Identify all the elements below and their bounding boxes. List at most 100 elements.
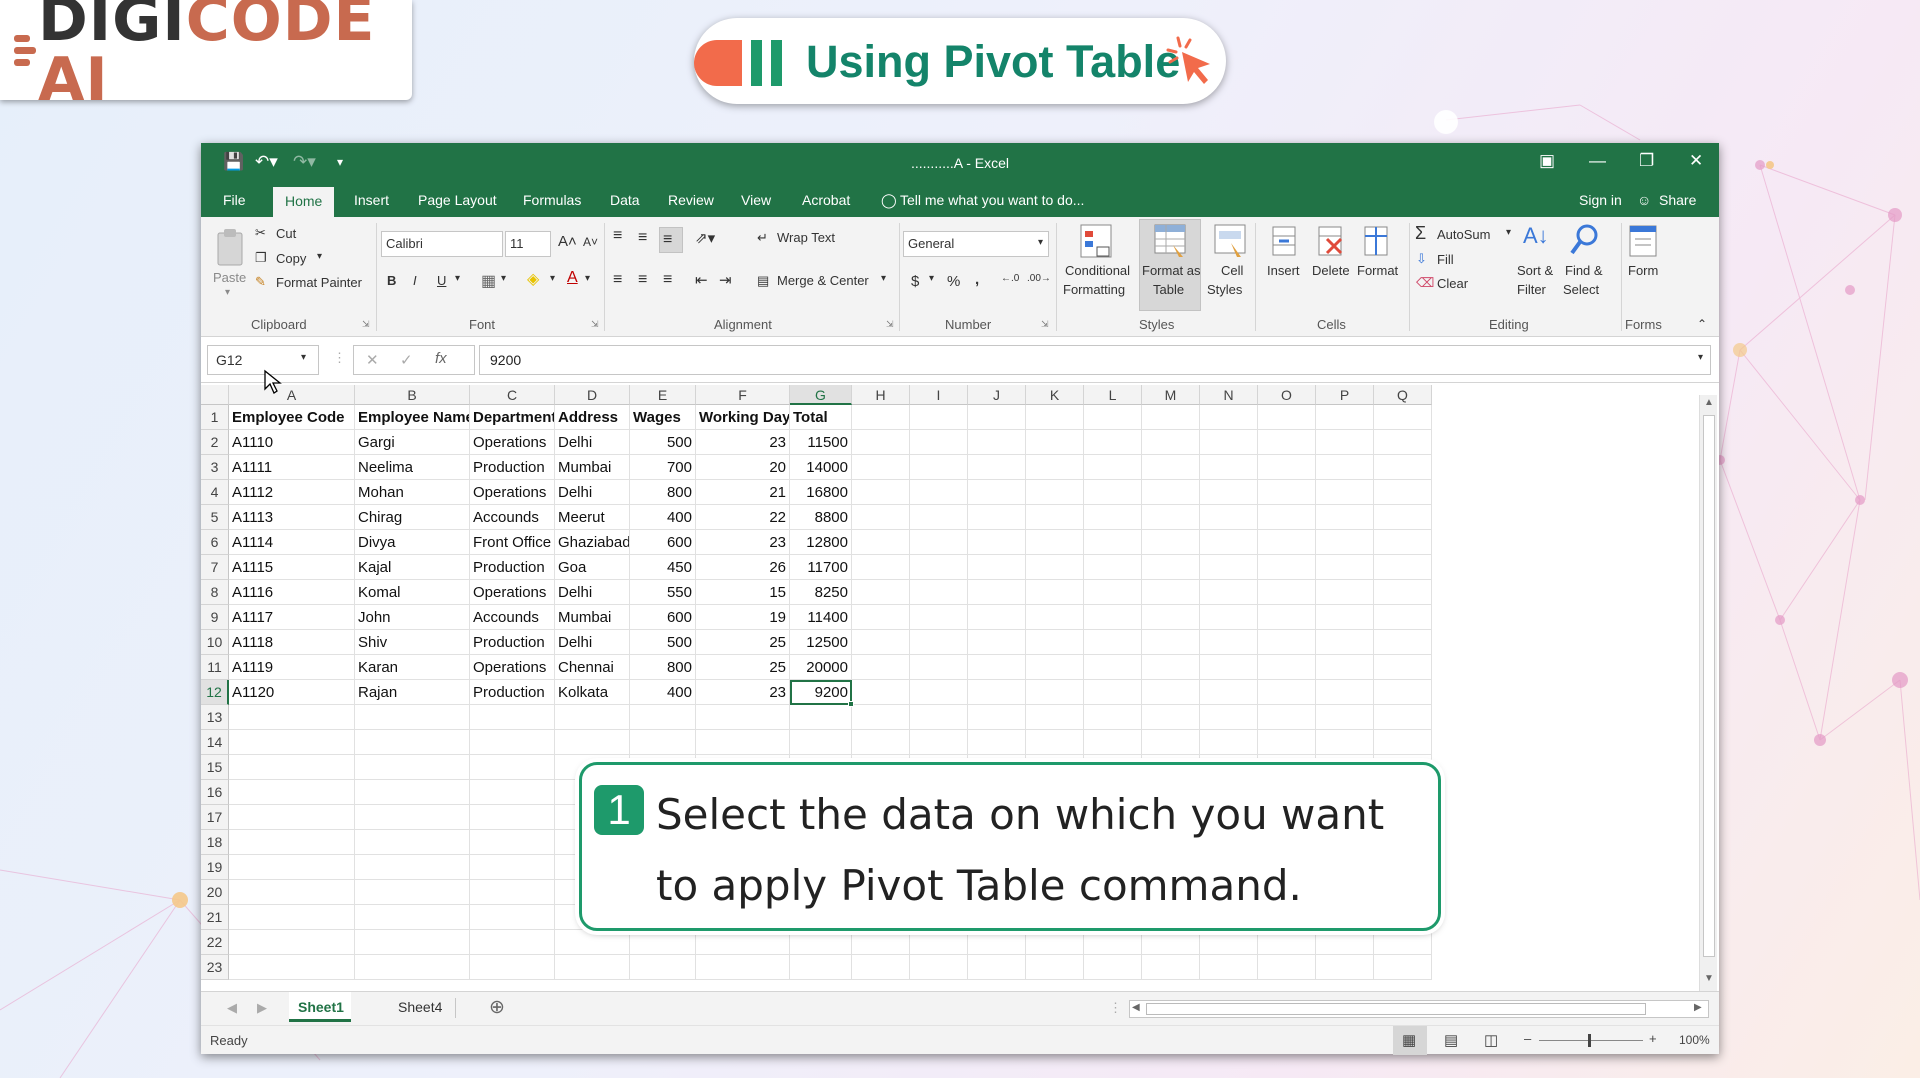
cell-q1[interactable]: [1374, 405, 1432, 430]
cell-e7[interactable]: 450: [630, 555, 696, 580]
cell-o23[interactable]: [1258, 955, 1316, 980]
cell-f11[interactable]: 25: [696, 655, 790, 680]
cell-g13[interactable]: [790, 705, 852, 730]
cell-l7[interactable]: [1084, 555, 1142, 580]
cell-c23[interactable]: [470, 955, 555, 980]
prev-sheet-icon[interactable]: ◀: [227, 1000, 237, 1016]
cell-f10[interactable]: 25: [696, 630, 790, 655]
wrap-text-button[interactable]: Wrap Text: [777, 230, 835, 245]
cell-k2[interactable]: [1026, 430, 1084, 455]
cell-n23[interactable]: [1200, 955, 1258, 980]
cell-c21[interactable]: [470, 905, 555, 930]
cell-i2[interactable]: [910, 430, 968, 455]
cell-n4[interactable]: [1200, 480, 1258, 505]
cell-p4[interactable]: [1316, 480, 1374, 505]
cell-j10[interactable]: [968, 630, 1026, 655]
align-left-icon[interactable]: ≡: [613, 271, 622, 289]
cell-e4[interactable]: 800: [630, 480, 696, 505]
decrease-font-icon[interactable]: A˅: [583, 235, 598, 249]
row-header-16[interactable]: 16: [201, 780, 229, 805]
cell-h5[interactable]: [852, 505, 910, 530]
cell-d14[interactable]: [555, 730, 630, 755]
currency-dropdown-icon[interactable]: ▾: [929, 273, 934, 284]
row-header-8[interactable]: 8: [201, 580, 229, 605]
clipboard-launcher-icon[interactable]: ⇲: [362, 319, 370, 330]
cell-a7[interactable]: A1115: [229, 555, 355, 580]
cell-p22[interactable]: [1316, 930, 1374, 955]
cell-d2[interactable]: Delhi: [555, 430, 630, 455]
cell-b11[interactable]: Karan: [355, 655, 470, 680]
cell-j1[interactable]: [968, 405, 1026, 430]
cell-e5[interactable]: 400: [630, 505, 696, 530]
cell-b19[interactable]: [355, 855, 470, 880]
cell-n1[interactable]: [1200, 405, 1258, 430]
cell-l4[interactable]: [1084, 480, 1142, 505]
scroll-up-icon[interactable]: ▲: [1704, 397, 1714, 408]
cell-h23[interactable]: [852, 955, 910, 980]
cell-o3[interactable]: [1258, 455, 1316, 480]
share-button[interactable]: Share: [1659, 192, 1696, 208]
cell-b13[interactable]: [355, 705, 470, 730]
cell-d3[interactable]: Mumbai: [555, 455, 630, 480]
cell-b12[interactable]: Rajan: [355, 680, 470, 705]
cell-g2[interactable]: 11500: [790, 430, 852, 455]
cell-l6[interactable]: [1084, 530, 1142, 555]
font-color-icon[interactable]: A: [567, 269, 578, 287]
cell-p5[interactable]: [1316, 505, 1374, 530]
formula-input[interactable]: 9200: [479, 345, 1711, 375]
alignment-launcher-icon[interactable]: ⇲: [886, 319, 894, 330]
row-header-17[interactable]: 17: [201, 805, 229, 830]
zoom-slider[interactable]: [1539, 1040, 1643, 1041]
cell-o1[interactable]: [1258, 405, 1316, 430]
confirm-entry-icon[interactable]: ✓: [400, 351, 413, 369]
cell-n12[interactable]: [1200, 680, 1258, 705]
cell-c13[interactable]: [470, 705, 555, 730]
cell-h8[interactable]: [852, 580, 910, 605]
cell-o22[interactable]: [1258, 930, 1316, 955]
cell-e6[interactable]: 600: [630, 530, 696, 555]
cut-button[interactable]: Cut: [276, 226, 296, 241]
cell-o7[interactable]: [1258, 555, 1316, 580]
cell-g11[interactable]: 20000: [790, 655, 852, 680]
cell-p10[interactable]: [1316, 630, 1374, 655]
add-sheet-icon[interactable]: ⊕: [489, 996, 505, 1019]
font-color-dropdown-icon[interactable]: ▾: [585, 273, 590, 284]
cell-b4[interactable]: Mohan: [355, 480, 470, 505]
cell-c3[interactable]: Production: [470, 455, 555, 480]
cell-g9[interactable]: 11400: [790, 605, 852, 630]
column-header-g[interactable]: G: [790, 385, 852, 405]
cell-d6[interactable]: Ghaziabad: [555, 530, 630, 555]
row-header-18[interactable]: 18: [201, 830, 229, 855]
cell-b5[interactable]: Chirag: [355, 505, 470, 530]
cell-o6[interactable]: [1258, 530, 1316, 555]
column-header-h[interactable]: H: [852, 385, 910, 405]
cell-j11[interactable]: [968, 655, 1026, 680]
cell-e10[interactable]: 500: [630, 630, 696, 655]
cell-q6[interactable]: [1374, 530, 1432, 555]
orientation-icon[interactable]: ⇗▾: [695, 229, 715, 247]
column-header-q[interactable]: Q: [1374, 385, 1432, 405]
cell-m9[interactable]: [1142, 605, 1200, 630]
cell-a3[interactable]: A1111: [229, 455, 355, 480]
cell-k3[interactable]: [1026, 455, 1084, 480]
cell-styles-button-line2[interactable]: Styles: [1207, 282, 1242, 297]
cell-n13[interactable]: [1200, 705, 1258, 730]
cell-m13[interactable]: [1142, 705, 1200, 730]
cell-d1[interactable]: Address: [555, 405, 630, 430]
cell-i7[interactable]: [910, 555, 968, 580]
fill-color-icon[interactable]: ◈: [527, 269, 539, 289]
cell-f13[interactable]: [696, 705, 790, 730]
expand-formula-icon[interactable]: ▾: [1698, 352, 1703, 363]
zoom-out-icon[interactable]: –: [1524, 1031, 1531, 1046]
cell-c12[interactable]: Production: [470, 680, 555, 705]
cell-f14[interactable]: [696, 730, 790, 755]
cell-o11[interactable]: [1258, 655, 1316, 680]
cell-j22[interactable]: [968, 930, 1026, 955]
normal-view-icon[interactable]: ▦: [1402, 1031, 1416, 1049]
row-header-9[interactable]: 9: [201, 605, 229, 630]
column-header-l[interactable]: L: [1084, 385, 1142, 405]
cell-l14[interactable]: [1084, 730, 1142, 755]
cell-k22[interactable]: [1026, 930, 1084, 955]
format-painter-button[interactable]: Format Painter: [276, 275, 362, 290]
fill-handle[interactable]: [848, 701, 854, 707]
